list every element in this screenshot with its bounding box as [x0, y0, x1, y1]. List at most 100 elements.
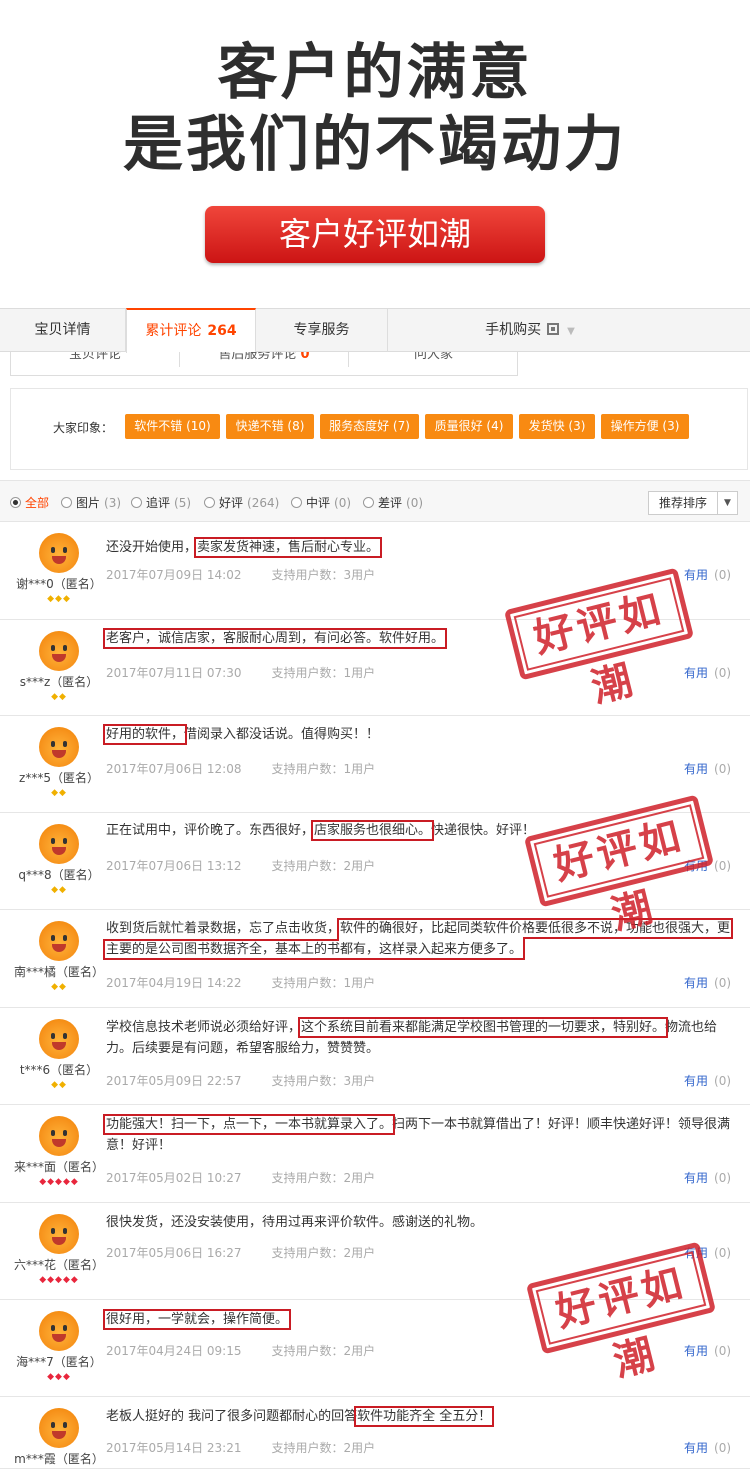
impression-tag[interactable]: 软件不错 (10): [125, 414, 220, 439]
review-filter-bar: 全部 图片 (3) 追评 (5) 好评 (264) 中评 (0) 差评 (0) 推荐排序 ▼: [0, 480, 750, 522]
useful-button[interactable]: 有用 (0): [684, 1439, 731, 1456]
filter-label: 追评: [146, 496, 171, 510]
hero-reviews-button[interactable]: 客户好评如潮: [205, 206, 545, 263]
avatar[interactable]: [39, 1116, 79, 1156]
radio-icon: [10, 497, 21, 508]
review-date: 2017年07月06日 12:08: [106, 762, 242, 776]
filter-negative[interactable]: 差评 (0): [363, 494, 423, 511]
reviewer-name: 海***7（匿名）: [16, 1355, 102, 1369]
reviewer-name: m***霞（匿名）: [14, 1452, 104, 1466]
sort-label: 推荐排序: [659, 496, 708, 510]
filter-positive[interactable]: 好评 (264): [204, 494, 279, 511]
buyer-level-badge-icon: ◆◆◆◆◆: [39, 1177, 79, 1187]
useful-label: 有用: [684, 568, 709, 582]
useful-button[interactable]: 有用 (0): [684, 760, 731, 777]
impression-tag[interactable]: 快递不错 (8): [226, 414, 314, 439]
useful-count: (0): [714, 1074, 732, 1088]
avatar[interactable]: [39, 1214, 79, 1254]
tab-exclusive-service[interactable]: 专享服务: [256, 309, 388, 352]
reviewer-name: s***z（匿名）: [19, 675, 99, 689]
avatar[interactable]: [39, 1408, 79, 1448]
useful-count: (0): [714, 976, 732, 990]
useful-label: 有用: [684, 1441, 709, 1455]
avatar[interactable]: [39, 921, 79, 961]
sort-select[interactable]: 推荐排序 ▼: [648, 491, 738, 515]
reviewer-name: 谢***0（匿名）: [16, 577, 102, 591]
main-tabbar: 宝贝详情 累计评论 264 专享服务 手机购买 ▼: [0, 308, 750, 353]
avatar[interactable]: [39, 631, 79, 671]
useful-count: (0): [714, 666, 732, 680]
useful-label: 有用: [684, 1344, 709, 1358]
useful-label: 有用: [684, 976, 709, 990]
filter-followup[interactable]: 追评 (5): [131, 494, 191, 511]
support-count: 支持用户数：2用户: [271, 1246, 376, 1260]
useful-button[interactable]: 有用 (0): [684, 1342, 731, 1359]
review-text-plain: 老板人挺好的 我问了很多问题都耐心的回答: [106, 1409, 358, 1424]
useful-label: 有用: [684, 762, 709, 776]
support-count: 支持用户数：2用户: [271, 1441, 376, 1455]
review-meta: 2017年05月06日 16:27 支持用户数：2用户: [106, 1244, 375, 1261]
review-item: m***霞（匿名）◆◆◆老板人挺好的 我问了很多问题都耐心的回答软件功能齐全 全…: [0, 1397, 750, 1469]
reviewer-name: t***6（匿名）: [19, 1063, 99, 1077]
avatar[interactable]: [39, 727, 79, 767]
chevron-down-icon: ▼: [717, 492, 737, 514]
radio-icon: [363, 497, 374, 508]
review-text-plain: 快递很快。好评！: [431, 823, 536, 838]
review-subtabs: 宝贝评论 售后服务评论 0 问大家: [10, 352, 518, 376]
review-date: 2017年05月06日 16:27: [106, 1246, 242, 1260]
qr-code-icon: [547, 323, 560, 335]
impression-tag[interactable]: 质量很好 (4): [425, 414, 513, 439]
useful-button[interactable]: 有用 (0): [684, 566, 731, 583]
filter-images[interactable]: 图片 (3): [61, 494, 121, 511]
filter-count: (0): [406, 496, 424, 510]
tab-mobile-label: 手机购买: [485, 322, 542, 338]
subtab-aftersale-reviews[interactable]: 售后服务评论 0: [180, 352, 349, 367]
review-meta: 2017年05月09日 22:57 支持用户数：3用户: [106, 1072, 375, 1089]
support-count: 支持用户数：2用户: [271, 1171, 376, 1185]
review-text: 功能强大！扫一下，点一下，一本书就算录入了。扫两下一本书就算借出了！好评！顺丰快…: [102, 1114, 742, 1156]
subtab-ask-everyone[interactable]: 问大家: [349, 352, 517, 367]
review-text-plain: 很快发货，还没安装使用，待用过再来评价软件。感谢送的礼物。: [106, 1215, 484, 1230]
useful-count: (0): [714, 762, 732, 776]
review-item: t***6（匿名） ◆◆ 学校信息技术老师说必须给好评，这个系统目前看来都能满足学校…: [0, 1008, 750, 1105]
useful-button[interactable]: 有用 (0): [684, 974, 731, 991]
useful-count: (0): [714, 1246, 732, 1260]
subtab-item-reviews[interactable]: 宝贝评论: [11, 352, 180, 367]
tab-reviews[interactable]: 累计评论 264: [126, 308, 256, 353]
review-text-highlight: 这个系统目前看来都能满足学校图书管理的一切要求，特别好。: [298, 1017, 669, 1038]
reviewer-name: q***8（匿名）: [18, 868, 100, 882]
useful-button[interactable]: 有用 (0): [684, 1072, 731, 1089]
buyer-level-badge-icon: ◆◆: [51, 885, 67, 895]
tab-reviews-count: 264: [207, 323, 237, 339]
avatar[interactable]: [39, 1019, 79, 1059]
impression-tag[interactable]: 服务态度好 (7): [320, 414, 419, 439]
review-text-plain: 学校信息技术老师说必须给好评，: [106, 1020, 302, 1035]
reviewer-name: 六***花（匿名）: [13, 1258, 104, 1272]
tab-mobile-buy[interactable]: 手机购买 ▼: [470, 309, 590, 352]
review-meta: 2017年04月24日 09:15 支持用户数：2用户: [106, 1342, 375, 1359]
avatar[interactable]: [39, 824, 79, 864]
review-meta: 2017年07月09日 14:02 支持用户数：3用户: [106, 566, 375, 583]
impression-tag[interactable]: 操作方便 (3): [601, 414, 689, 439]
useful-label: 有用: [684, 666, 709, 680]
reviewer-name: 南***橘（匿名）: [13, 965, 104, 979]
review-date: 2017年04月24日 09:15: [106, 1344, 242, 1358]
useful-button[interactable]: 有用 (0): [684, 664, 731, 681]
useful-count: (0): [714, 859, 732, 873]
filter-all[interactable]: 全部: [10, 494, 49, 511]
tab-item-detail[interactable]: 宝贝详情: [0, 309, 126, 352]
buyer-level-badge-icon: ◆◆: [51, 1080, 67, 1090]
buyer-level-badge-icon: ◆◆◆◆◆: [39, 1275, 79, 1285]
reviewer-name: 来***面（匿名）: [13, 1160, 104, 1174]
avatar[interactable]: [39, 533, 79, 573]
impression-tag[interactable]: 发货快 (3): [519, 414, 595, 439]
reviewer-name: z***5（匿名）: [19, 771, 99, 785]
subtab-aftersale-count: 0: [300, 352, 310, 362]
review-text-plain: 收到货后就忙着录数据，忘了点击收货，: [106, 921, 341, 936]
useful-button[interactable]: 有用 (0): [684, 1169, 731, 1186]
support-count: 支持用户数：2用户: [271, 859, 376, 873]
review-text-highlight: 店家服务也很细心。: [311, 820, 435, 841]
avatar[interactable]: [39, 1311, 79, 1351]
filter-neutral[interactable]: 中评 (0): [291, 494, 351, 511]
support-count: 支持用户数：3用户: [271, 1074, 376, 1088]
